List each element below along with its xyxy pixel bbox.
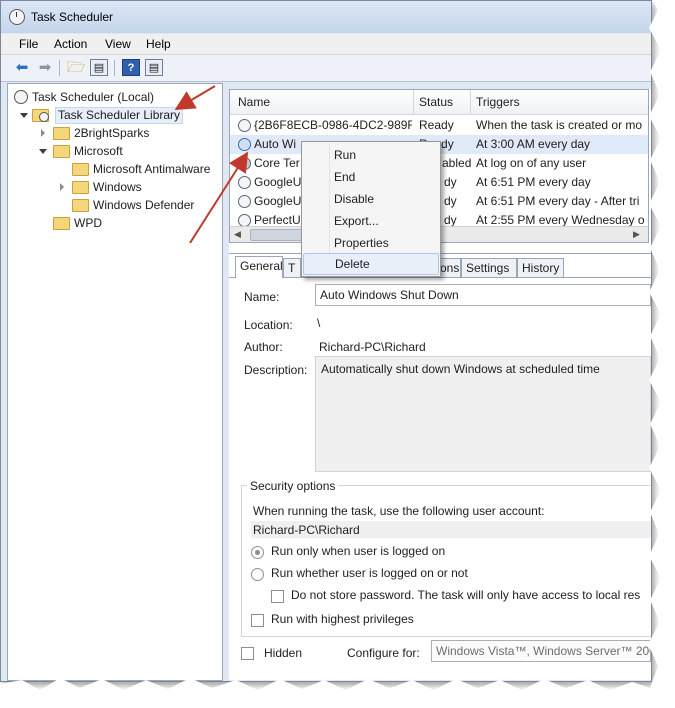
torn-edge-frame xyxy=(0,0,675,708)
torn-edge-mask xyxy=(0,0,675,708)
